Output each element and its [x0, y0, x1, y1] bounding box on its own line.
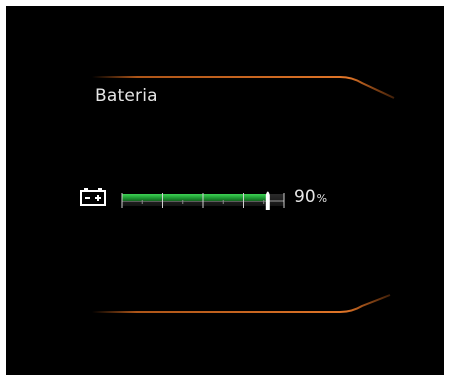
battery-percent-value: 90 — [294, 187, 316, 207]
battery-percent-unit: % — [316, 192, 328, 205]
gauge-fill — [122, 194, 268, 201]
battery-percent-readout: 90% — [294, 187, 327, 207]
battery-gauge — [121, 191, 285, 210]
battery-level-row: 90% — [80, 183, 380, 213]
page-title: Bateria — [95, 86, 158, 106]
battery-screen: Bateria 90% — [6, 6, 444, 375]
gauge-level-marker — [265, 191, 270, 210]
battery-icon — [80, 188, 106, 206]
